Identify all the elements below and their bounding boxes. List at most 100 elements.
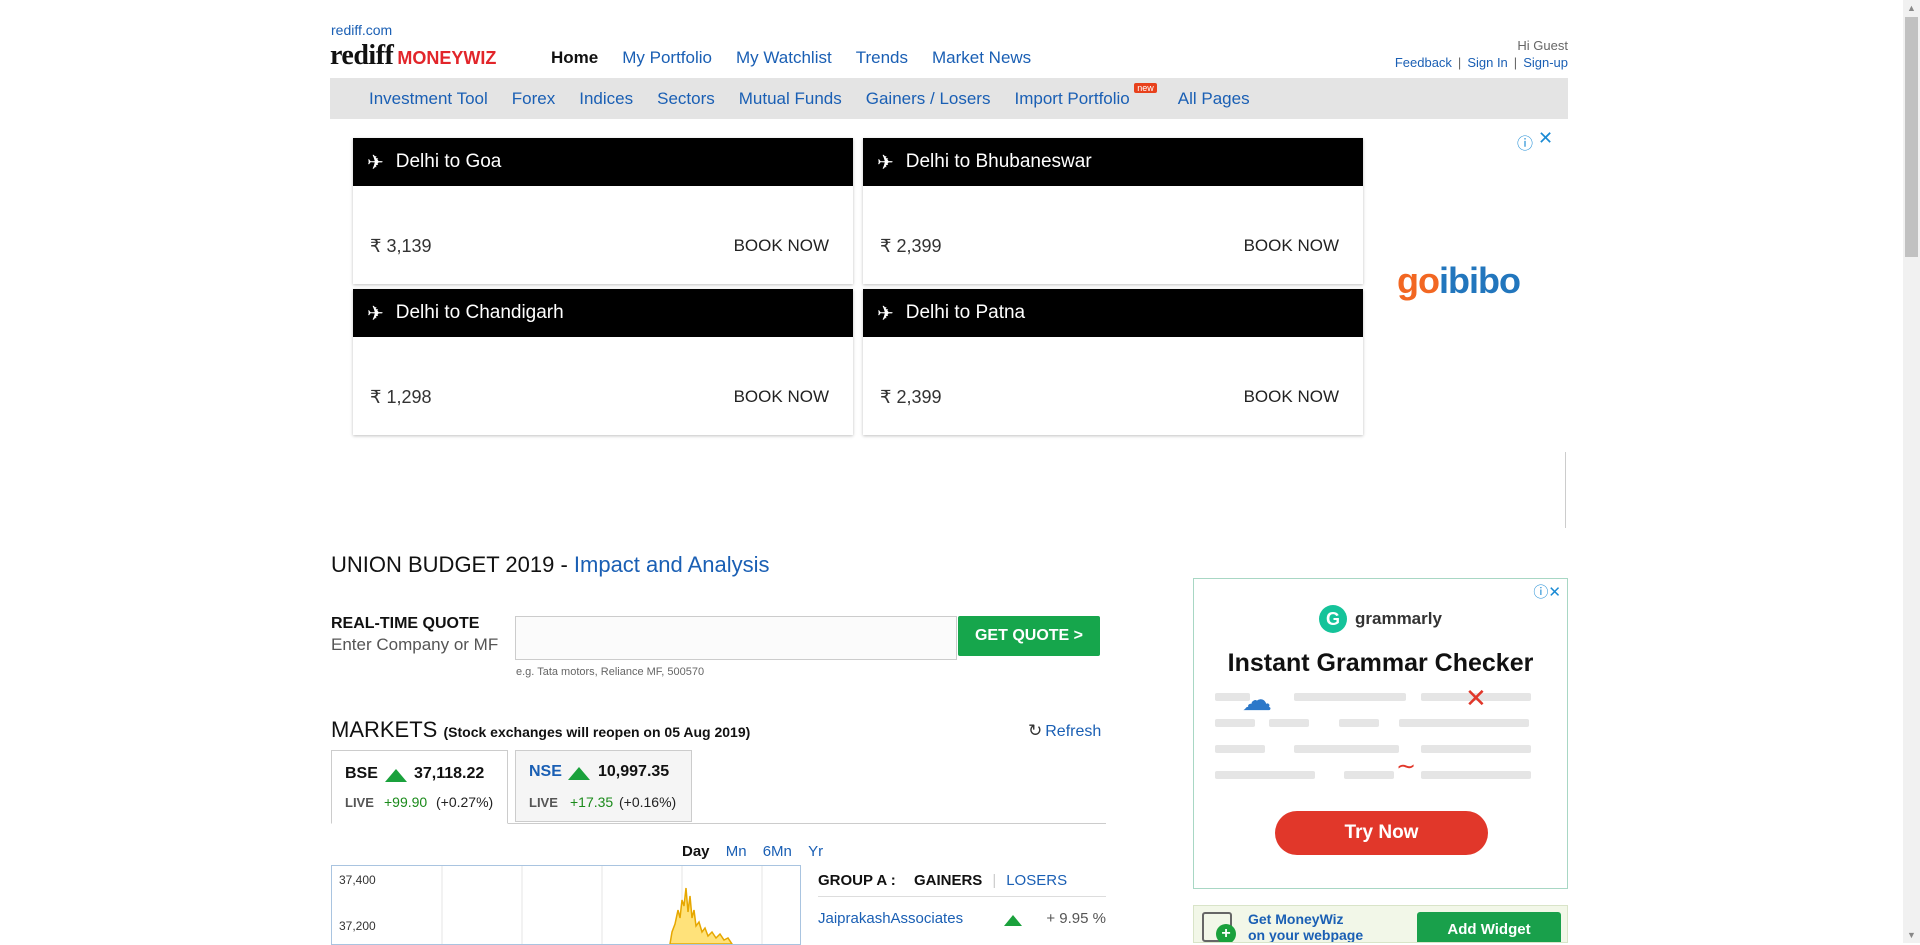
y-tick: 37,200 [339,919,376,933]
flight-card[interactable]: ✈ Delhi to Patna ₹ 2,399 BOOK NOW [863,289,1363,435]
flight-price: ₹ 3,139 [370,236,432,256]
budget-analysis-link[interactable]: Impact and Analysis [574,552,770,577]
subnav-forex[interactable]: Forex [512,89,555,109]
moneywiz-logo[interactable]: rediff MONEYWIZ [330,40,496,72]
nav-market-news[interactable]: Market News [932,48,1031,68]
nav-my-watchlist[interactable]: My Watchlist [736,48,832,68]
add-widget-button[interactable]: Add Widget [1417,912,1561,942]
period-year[interactable]: Yr [808,843,823,860]
flight-card[interactable]: ✈ Delhi to Chandigarh ₹ 1,298 BOOK NOW [353,289,853,435]
illustration-bar [1339,719,1379,727]
quote-subtitle: Enter Company or MF [331,635,499,654]
period-selector: Day Mn 6Mn Yr [670,843,823,860]
subnav-all-pages[interactable]: All Pages [1178,89,1250,109]
plus-icon: + [1216,924,1236,942]
refresh-icon: ↻ [1028,721,1043,740]
stock-name-link[interactable]: JaiprakashAssociates [818,910,963,927]
group-a-tabs: GROUP A : GAINERS | LOSERS [818,872,1068,889]
plane-icon: ✈ [367,302,384,325]
ad-info-close-icon[interactable]: ⓘ✕ [1533,581,1561,602]
flight-route: Delhi to Chandigarh [395,302,564,323]
realtime-quote-label: REAL-TIME QUOTE Enter Company or MF [331,615,498,655]
flight-route: Delhi to Goa [395,151,502,172]
nav-trends[interactable]: Trends [856,48,908,68]
ad-close-icon[interactable]: ✕ [1538,128,1553,149]
period-day[interactable]: Day [682,843,710,860]
subnav-mutual-funds[interactable]: Mutual Funds [739,89,842,109]
sign-in-link[interactable]: Sign In [1467,55,1507,70]
plane-icon: ✈ [367,151,384,174]
subnav-indices[interactable]: Indices [579,89,633,109]
subnav-sectors[interactable]: Sectors [657,89,715,109]
budget-prefix: UNION BUDGET 2019 - [331,552,574,577]
flight-card[interactable]: ✈ Delhi to Goa ₹ 3,139 BOOK NOW [353,138,853,284]
sub-nav: Investment Tool Forex Indices Sectors Mu… [330,78,1568,119]
tab-losers[interactable]: LOSERS [1006,872,1067,889]
grammarly-brand: grammarly [1355,609,1442,628]
grammarly-icon: G [1319,605,1347,633]
tab-gainers[interactable]: GAINERS [914,872,982,889]
bse-name: BSE [345,765,378,782]
moneywiz-widget-promo: + Get MoneyWiz on your webpage Add Widget [1193,905,1568,943]
up-arrow-icon [1004,915,1022,926]
illustration-bar [1294,693,1406,701]
separator: | [1457,55,1462,70]
separator: | [1513,55,1518,70]
live-label: LIVE [529,795,558,810]
nse-index-tab[interactable]: NSE 10,997.35 LIVE +17.35 (+0.16%) [515,750,692,822]
flight-route: Delhi to Patna [905,302,1026,323]
up-arrow-icon [385,769,407,782]
book-now-button[interactable]: BOOK NOW [1244,236,1339,256]
nse-pct: (+0.16%) [619,794,677,810]
nav-my-portfolio[interactable]: My Portfolio [622,48,712,68]
grammarly-ad[interactable]: ⓘ✕ Ggrammarly Instant Grammar Checker ☁ … [1193,578,1568,889]
markets-heading: MARKETS (Stock exchanges will reopen on … [331,717,750,743]
book-now-button[interactable]: BOOK NOW [1244,387,1339,407]
period-6-months[interactable]: 6Mn [763,843,792,860]
subnav-import-portfolio[interactable]: Import Portfolio new [1014,82,1157,109]
markets-title: MARKETS [331,717,438,742]
scroll-up-icon[interactable]: ▲ [1907,3,1916,13]
markets-note: (Stock exchanges will reopen on 05 Aug 2… [443,724,751,740]
plane-icon: ✈ [877,302,894,325]
goibibo-logo[interactable]: goibibo [1397,260,1521,302]
rediff-home-link[interactable]: rediff.com [331,22,392,38]
illustration-bar [1421,771,1531,779]
divider [818,896,1106,897]
index-line [669,887,733,944]
period-month[interactable]: Mn [726,843,747,860]
illustration-bar [1215,771,1315,779]
divider [1565,452,1566,528]
budget-heading: UNION BUDGET 2019 - Impact and Analysis [331,552,770,578]
nse-value: 10,997.35 [598,763,670,780]
quote-title: REAL-TIME QUOTE [331,615,480,632]
widget-line-1: Get MoneyWiz [1248,911,1344,927]
ad-info-icon[interactable]: ⓘ [1517,130,1533,154]
bse-index-tab[interactable]: BSE 37,118.22 LIVE +99.90 (+0.27%) [331,750,508,824]
refresh-button[interactable]: ↻ Refresh [1028,721,1101,741]
subnav-gainers-losers[interactable]: Gainers / Losers [866,89,991,109]
scroll-down-icon[interactable]: ▼ [1907,930,1916,940]
subnav-import-portfolio-label: Import Portfolio [1014,88,1130,108]
flight-route: Delhi to Bhubaneswar [905,151,1092,172]
company-search-input[interactable] [515,616,957,660]
book-now-button[interactable]: BOOK NOW [734,387,829,407]
list-item[interactable]: JaiprakashAssociates + 9.95 % [818,910,1106,927]
get-quote-button[interactable]: GET QUOTE > [958,616,1100,656]
nse-change: +17.35 [570,794,614,810]
book-now-button[interactable]: BOOK NOW [734,236,829,256]
scrollbar-thumb[interactable] [1905,17,1918,257]
cloud-icon: ☁ [1242,684,1272,717]
widget-text[interactable]: Get MoneyWiz on your webpage [1248,911,1363,942]
greeting: Hi Guest [1517,38,1568,53]
quote-hint: e.g. Tata motors, Reliance MF, 500570 [516,666,705,678]
try-now-button[interactable]: Try Now [1275,811,1488,855]
sign-up-link[interactable]: Sign-up [1523,55,1568,70]
vertical-scrollbar[interactable]: ▲ ▼ [1903,0,1920,943]
nav-home[interactable]: Home [551,48,598,68]
flight-card[interactable]: ✈ Delhi to Bhubaneswar ₹ 2,399 BOOK NOW [863,138,1363,284]
illustration-bar [1399,719,1529,727]
plane-icon: ✈ [877,151,894,174]
feedback-link[interactable]: Feedback [1395,55,1452,70]
subnav-investment-tool[interactable]: Investment Tool [369,89,488,109]
